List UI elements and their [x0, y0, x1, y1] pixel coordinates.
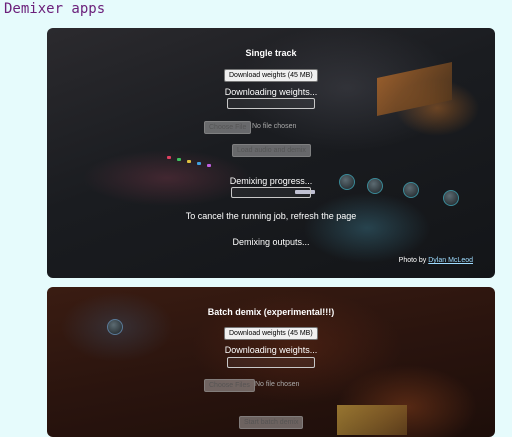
choose-file-button[interactable]: Choose File [204, 121, 252, 134]
demixing-progress-text: Demixing progress... [229, 176, 313, 186]
mixer-led-decoration [167, 156, 171, 159]
mixer-knob-decoration [443, 190, 459, 206]
batch-demix-heading: Batch demix (experimental!!!) [207, 307, 335, 317]
choose-files-button[interactable]: Choose Files [204, 379, 255, 392]
photo-credit: Photo by Dylan McLeod [399, 257, 473, 264]
batch-demix-card: Batch demix (experimental!!!) Download w… [47, 287, 495, 437]
download-weights-button[interactable]: Download weights (45 MB) [224, 69, 318, 82]
no-file-chosen-text: No file chosen [252, 123, 297, 130]
app-title: Demixer apps [4, 1, 106, 17]
cancel-instructions-text: To cancel the running job, refresh the p… [185, 211, 357, 221]
demixing-outputs-text: Demixing outputs... [232, 237, 310, 247]
mixer-led-decoration [207, 164, 211, 167]
mixer-knob-decoration [107, 319, 123, 335]
demix-progress-bar [231, 187, 311, 198]
mixer-led-decoration [187, 160, 191, 163]
load-audio-demix-button[interactable]: Load audio and demix [232, 144, 311, 157]
single-track-heading: Single track [245, 48, 297, 58]
download-progress-bar [227, 98, 315, 109]
photo-credit-prefix: Photo by [398, 257, 427, 264]
batch-download-weights-button[interactable]: Download weights (45 MB) [224, 327, 318, 340]
mixer-led-decoration [177, 158, 181, 161]
photo-credit-link[interactable]: Dylan McLeod [428, 257, 473, 264]
single-track-card: Single track Download weights (45 MB) Do… [47, 28, 495, 278]
batch-no-file-chosen-text: No file chosen [255, 381, 300, 388]
downloading-weights-text: Downloading weights... [224, 87, 318, 97]
batch-downloading-weights-text: Downloading weights... [224, 345, 318, 355]
start-batch-demix-button[interactable]: Start batch demix [239, 416, 304, 429]
mixer-led-decoration [197, 162, 201, 165]
batch-download-progress-bar [227, 357, 315, 368]
